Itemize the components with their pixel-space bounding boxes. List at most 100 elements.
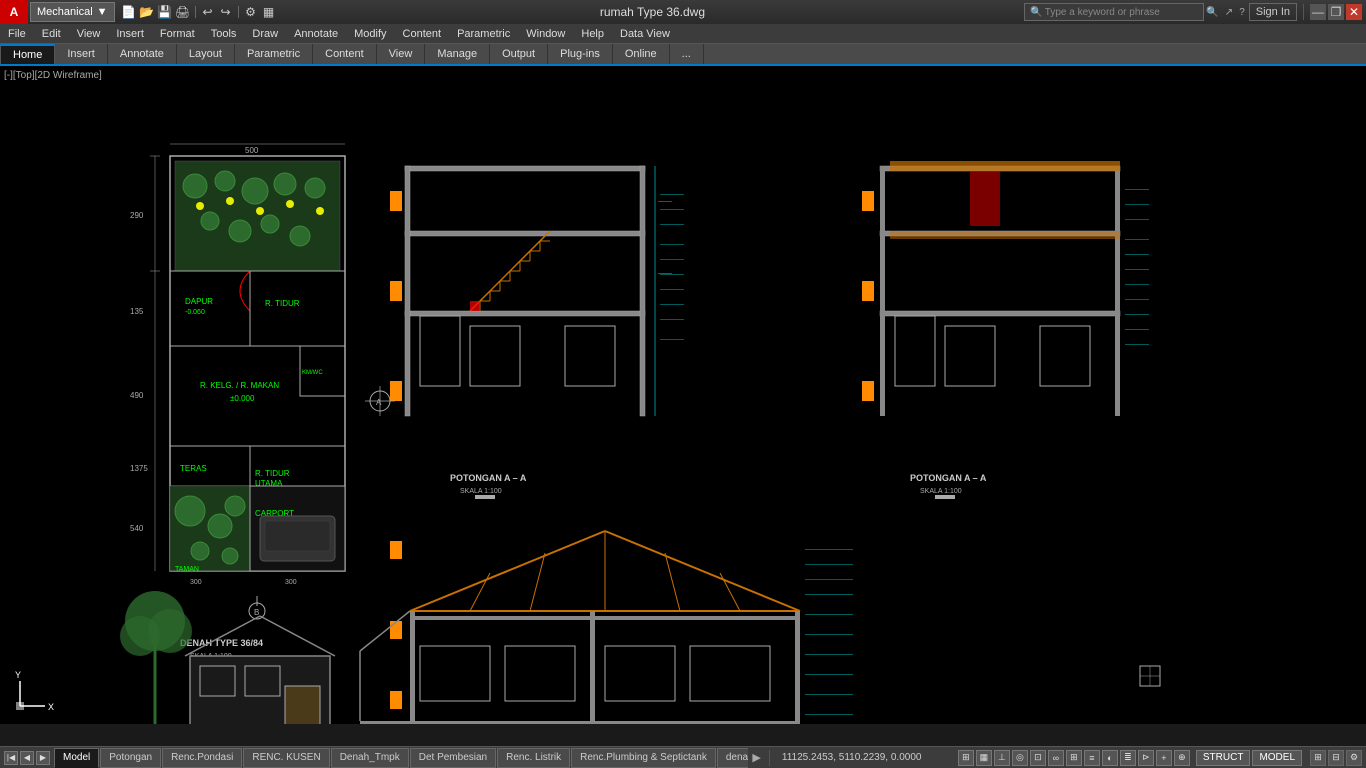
- otrack-tool[interactable]: ∞: [1048, 750, 1064, 766]
- sheet-tab-denah-tmpk[interactable]: Denah_Tmpk: [331, 748, 409, 768]
- nav-first[interactable]: |◀: [4, 751, 18, 765]
- svg-text:TAMAN: TAMAN: [175, 566, 199, 573]
- menu-item-insert[interactable]: Insert: [108, 24, 152, 44]
- svg-text:————: ————: [1125, 217, 1149, 223]
- status-tools: ⊞ ▦ ⊥ ◎ ⊡ ∞ ⊞ ≡ ◐ ≣ ⊳ + ⊕: [954, 750, 1194, 766]
- drawing-canvas[interactable]: DAPUR -0.060 R. TIDUR R. KELG. / R. MAKA…: [0, 66, 1366, 724]
- menu-item-annotate[interactable]: Annotate: [286, 24, 346, 44]
- menu-item-parametric[interactable]: Parametric: [449, 24, 518, 44]
- ribbon-tabs: HomeInsertAnnotateLayoutParametricConten…: [0, 44, 1366, 66]
- sign-in-button[interactable]: Sign In: [1249, 3, 1297, 21]
- ribbon-tab----[interactable]: ...: [670, 44, 704, 64]
- svg-text:POTONGAN A – A: POTONGAN A – A: [910, 473, 987, 483]
- menu-item-modify[interactable]: Modify: [346, 24, 394, 44]
- svg-text:————: ————: [660, 192, 684, 198]
- display-icons: ⊞ ⊟ ⚙: [1306, 750, 1366, 766]
- ribbon-tab-online[interactable]: Online: [613, 44, 670, 64]
- sheet-tab-det-pembesian[interactable]: Det Pembesian: [410, 748, 496, 768]
- quickprop-tool[interactable]: ≣: [1120, 750, 1136, 766]
- svg-text:————: ————: [1125, 237, 1149, 243]
- svg-text:KM/WC: KM/WC: [302, 370, 323, 376]
- sheet-tab-renc-plumbing---septictank[interactable]: Renc.Plumbing & Septictank: [571, 748, 716, 768]
- minimize-button[interactable]: —: [1310, 4, 1326, 20]
- svg-text:————: ————: [660, 317, 684, 323]
- undo-btn[interactable]: ↩: [200, 4, 216, 20]
- svg-text:SKALA 1:100: SKALA 1:100: [460, 488, 502, 495]
- new-btn[interactable]: 📄: [121, 4, 137, 20]
- menu-item-window[interactable]: Window: [518, 24, 573, 44]
- ribbon-tab-plug-ins[interactable]: Plug-ins: [548, 44, 613, 64]
- menu-item-data-view[interactable]: Data View: [612, 24, 678, 44]
- workspace-tool[interactable]: ⊕: [1174, 750, 1190, 766]
- nav-next[interactable]: ▶: [36, 751, 50, 765]
- transparency-tool[interactable]: ◐: [1102, 750, 1118, 766]
- nav-prev[interactable]: ◀: [20, 751, 34, 765]
- grid-tool[interactable]: ▦: [976, 750, 992, 766]
- svg-text:————: ————: [660, 287, 684, 293]
- view-indicator: [-][Top][2D Wireframe]: [4, 70, 102, 81]
- ribbon-tab-manage[interactable]: Manage: [425, 44, 490, 64]
- ortho-tool[interactable]: ⊥: [994, 750, 1010, 766]
- ribbon-tab-annotate[interactable]: Annotate: [108, 44, 177, 64]
- menu-item-format[interactable]: Format: [152, 24, 203, 44]
- svg-text:500: 500: [245, 146, 259, 155]
- ribbon-tab-output[interactable]: Output: [490, 44, 548, 64]
- scroll-right[interactable]: ▶: [748, 751, 764, 764]
- allow-disallow-tool[interactable]: ⊞: [1066, 750, 1082, 766]
- open-btn[interactable]: 📂: [139, 4, 155, 20]
- sheet-tab-renc--listrik[interactable]: Renc. Listrik: [497, 748, 570, 768]
- ribbon-tab-home[interactable]: Home: [0, 44, 55, 64]
- svg-text:R. TIDUR: R. TIDUR: [265, 299, 300, 308]
- print-btn[interactable]: 🖨: [175, 4, 191, 20]
- svg-text:————: ————: [1125, 312, 1149, 318]
- struct-indicator[interactable]: STRUCT: [1196, 750, 1251, 766]
- ribbon-tab-insert[interactable]: Insert: [55, 44, 108, 64]
- svg-text:B: B: [254, 608, 259, 617]
- sheet-tab-potongan[interactable]: Potongan: [100, 748, 161, 768]
- menu-item-view[interactable]: View: [69, 24, 109, 44]
- display-option-icon[interactable]: ⊟: [1328, 750, 1344, 766]
- save-btn[interactable]: 💾: [157, 4, 173, 20]
- layout-grid-icon[interactable]: ⊞: [1310, 750, 1326, 766]
- svg-text:————: ————: [660, 222, 684, 228]
- maximize-button[interactable]: ❐: [1328, 4, 1344, 20]
- svg-text:Y: Y: [15, 670, 21, 680]
- coordinates: 11125.2453, 5110.2239, 0.0000: [774, 752, 954, 763]
- selection-tool[interactable]: ⊳: [1138, 750, 1154, 766]
- annotate-tool[interactable]: +: [1156, 750, 1172, 766]
- sheet-tab-denah---tampak[interactable]: denah & tampak: [717, 748, 749, 768]
- sheet-tab-renc-pondasi[interactable]: Renc.Pondasi: [162, 748, 242, 768]
- menu-item-content[interactable]: Content: [395, 24, 450, 44]
- snap-tool[interactable]: ⊞: [958, 750, 974, 766]
- separator2: [238, 6, 239, 18]
- drawing-area[interactable]: DAPUR -0.060 R. TIDUR R. KELG. / R. MAKA…: [0, 66, 1366, 724]
- sheet-tab-renc--kusen[interactable]: RENC. KUSEN: [243, 748, 329, 768]
- workspace-dropdown[interactable]: Mechanical ▼: [30, 2, 115, 22]
- menu-item-file[interactable]: File: [0, 24, 34, 44]
- ribbon-tab-content[interactable]: Content: [313, 44, 377, 64]
- svg-text:————: ————: [1125, 297, 1149, 303]
- close-button[interactable]: ✕: [1346, 4, 1362, 20]
- osnap-tool[interactable]: ⊡: [1030, 750, 1046, 766]
- sheet-tabs: ModelPotonganRenc.PondasiRENC. KUSENDena…: [54, 748, 748, 768]
- help-icon: ?: [1239, 7, 1245, 18]
- ribbon-tab-layout[interactable]: Layout: [177, 44, 235, 64]
- extra-btn[interactable]: ⚙: [243, 4, 259, 20]
- app-icon[interactable]: A: [0, 0, 28, 24]
- lineweight-tool[interactable]: ≡: [1084, 750, 1100, 766]
- sheet-tab-model[interactable]: Model: [54, 748, 99, 768]
- search-box[interactable]: 🔍 Type a keyword or phrase: [1024, 3, 1204, 21]
- ribbon-tab-view[interactable]: View: [377, 44, 426, 64]
- ribbon-tab-parametric[interactable]: Parametric: [235, 44, 313, 64]
- plot-btn[interactable]: ▦: [261, 4, 277, 20]
- svg-text:————————: ————————: [805, 592, 853, 598]
- svg-text:————: ————: [1125, 327, 1149, 333]
- model-indicator[interactable]: MODEL: [1252, 750, 1302, 766]
- menu-item-help[interactable]: Help: [573, 24, 612, 44]
- polar-tool[interactable]: ◎: [1012, 750, 1028, 766]
- menu-item-edit[interactable]: Edit: [34, 24, 69, 44]
- settings-icon[interactable]: ⚙: [1346, 750, 1362, 766]
- menu-item-draw[interactable]: Draw: [244, 24, 286, 44]
- menu-item-tools[interactable]: Tools: [203, 24, 245, 44]
- redo-btn[interactable]: ↪: [218, 4, 234, 20]
